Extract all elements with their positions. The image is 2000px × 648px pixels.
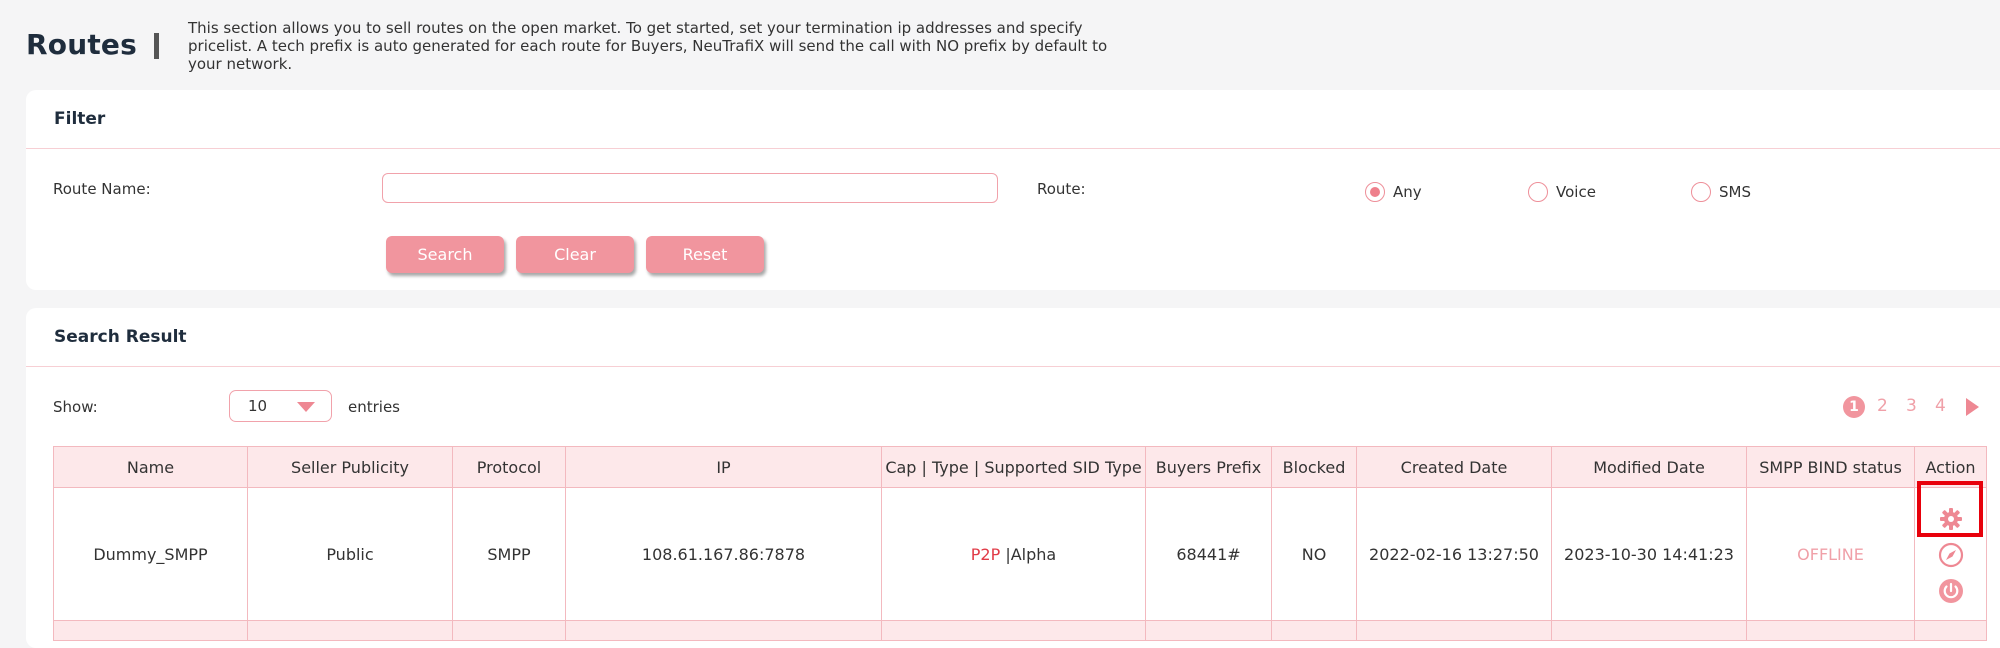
cell-actions [1914, 487, 1987, 621]
gear-icon[interactable] [1937, 505, 1965, 533]
cell-prefix: 68441# [1145, 487, 1272, 621]
reset-button[interactable]: Reset [646, 236, 764, 273]
col-buyers-prefix[interactable]: Buyers Prefix [1145, 446, 1272, 488]
page-title: Routes [26, 28, 137, 61]
routes-table: Name Seller Publicity Protocol IP Cap | … [53, 446, 1987, 641]
col-smpp-bind-status[interactable]: SMPP BIND status [1746, 446, 1915, 488]
entries-value: 10 [248, 397, 268, 415]
table-row [53, 620, 1987, 641]
cell-protocol: SMPP [452, 487, 566, 621]
col-ip[interactable]: IP [565, 446, 882, 488]
col-seller-publicity[interactable]: Seller Publicity [247, 446, 453, 488]
cell-cap-type: P2P |Alpha [881, 487, 1146, 621]
search-button[interactable]: Search [386, 236, 504, 273]
cell-name: Dummy_SMPP [53, 487, 248, 621]
table-header-row: Name Seller Publicity Protocol IP Cap | … [53, 446, 1987, 488]
cell-ip: 108.61.167.86:7878 [565, 487, 882, 621]
cell-blocked: NO [1271, 487, 1357, 621]
col-created-date[interactable]: Created Date [1356, 446, 1552, 488]
filter-title: Filter [26, 90, 2000, 149]
page-2-button[interactable]: 2 [1877, 396, 1888, 416]
cell-bind-status: OFFLINE [1746, 487, 1915, 621]
col-name[interactable]: Name [53, 446, 248, 488]
compass-icon[interactable] [1937, 541, 1965, 569]
cap-badge: P2P [970, 544, 1001, 564]
col-modified-date[interactable]: Modified Date [1551, 446, 1747, 488]
radio-sms-label: SMS [1719, 183, 1751, 201]
radio-any[interactable]: Any [1365, 182, 1422, 202]
col-cap-type-sid[interactable]: Cap | Type | Supported SID Type [881, 446, 1146, 488]
cell-publicity: Public [247, 487, 453, 621]
power-icon[interactable] [1937, 577, 1965, 605]
table-row: Dummy_SMPP Public SMPP 108.61.167.86:787… [53, 487, 1987, 621]
page-4-button[interactable]: 4 [1935, 396, 1946, 416]
entries-label: entries [348, 398, 400, 416]
col-protocol[interactable]: Protocol [452, 446, 566, 488]
chevron-down-icon [297, 402, 315, 412]
show-label: Show: [53, 398, 98, 416]
radio-voice-label: Voice [1556, 183, 1596, 201]
page-3-button[interactable]: 3 [1906, 396, 1917, 416]
radio-voice[interactable]: Voice [1528, 182, 1596, 202]
search-result-title: Search Result [26, 308, 2000, 367]
title-divider [154, 33, 159, 59]
route-label: Route: [1037, 180, 1086, 198]
radio-voice-indicator[interactable] [1528, 182, 1548, 202]
type-separator: | [1000, 544, 1011, 564]
col-blocked[interactable]: Blocked [1271, 446, 1357, 488]
radio-any-indicator[interactable] [1365, 182, 1385, 202]
entries-select[interactable]: 10 [229, 390, 332, 422]
page-description: This section allows you to sell routes o… [188, 19, 1108, 73]
route-name-input[interactable] [382, 173, 998, 203]
next-page-icon[interactable] [1966, 398, 1979, 416]
sid-type: Alpha [1010, 544, 1057, 564]
cell-created: 2022-02-16 13:27:50 [1356, 487, 1552, 621]
col-action: Action [1914, 446, 1987, 488]
page-1-button[interactable]: 1 [1843, 396, 1865, 418]
route-name-label: Route Name: [53, 180, 151, 198]
page-header: Routes This section allows you to sell r… [0, 0, 2000, 90]
cell-modified: 2023-10-30 14:41:23 [1551, 487, 1747, 621]
radio-sms-indicator[interactable] [1691, 182, 1711, 202]
clear-button[interactable]: Clear [516, 236, 634, 273]
radio-any-label: Any [1393, 183, 1422, 201]
radio-sms[interactable]: SMS [1691, 182, 1751, 202]
